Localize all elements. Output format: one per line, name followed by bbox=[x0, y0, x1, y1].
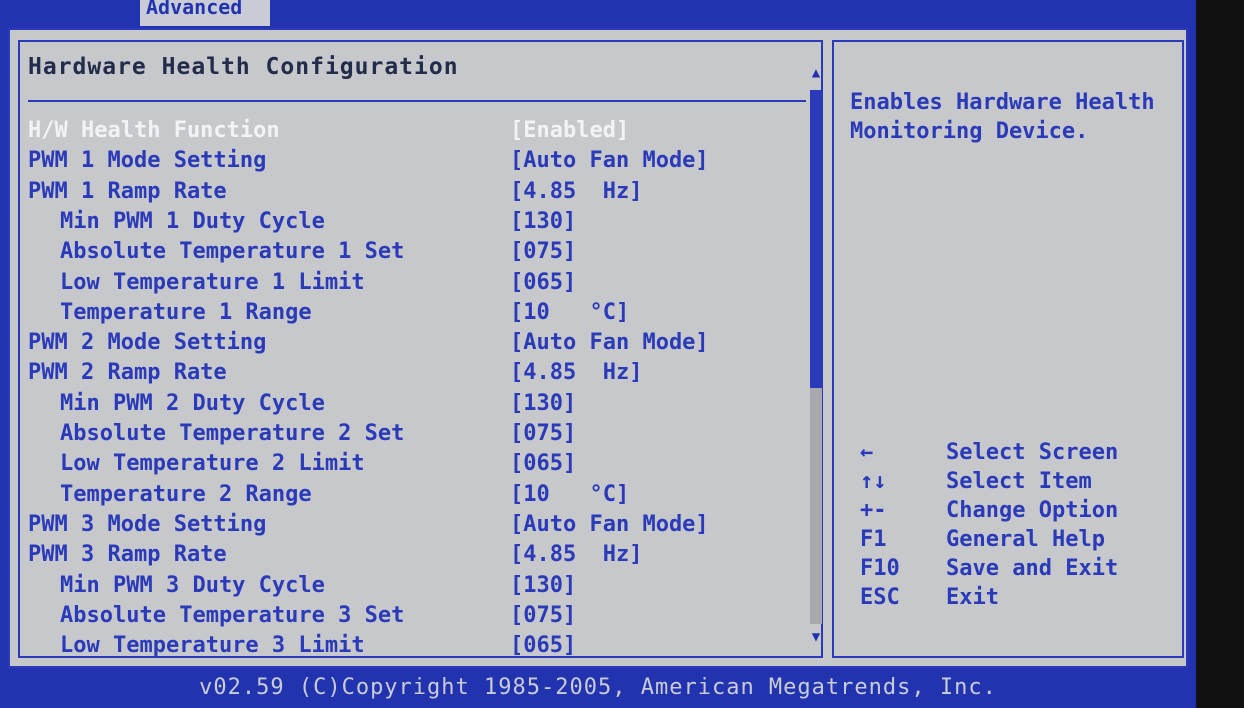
key-legend-item: ← Select Screen bbox=[850, 438, 1180, 467]
setting-label: Min PWM 1 Duty Cycle bbox=[60, 208, 325, 234]
setting-row[interactable]: H/W Health Function [Enabled] bbox=[10, 116, 800, 146]
setting-row[interactable]: Absolute Temperature 1 Set [075] bbox=[10, 237, 800, 267]
setting-value[interactable]: [065] bbox=[510, 449, 576, 479]
setting-value[interactable]: [130] bbox=[510, 207, 576, 237]
setting-value[interactable]: [075] bbox=[510, 601, 576, 631]
setting-value[interactable]: [Enabled] bbox=[510, 116, 629, 146]
key-legend-item: ↑↓ Select Item bbox=[850, 467, 1180, 496]
key-name: ← bbox=[860, 440, 874, 465]
setting-label: Low Temperature 2 Limit bbox=[60, 451, 365, 477]
setting-label: Absolute Temperature 2 Set bbox=[60, 421, 405, 446]
key-description: Save and Exit bbox=[946, 556, 1119, 581]
setting-value[interactable]: [065] bbox=[510, 268, 576, 298]
setting-label: PWM 1 Ramp Rate bbox=[28, 178, 227, 204]
help-text: Enables Hardware Health Monitoring Devic… bbox=[850, 90, 1155, 144]
key-legend-item: +- Change Option bbox=[850, 496, 1180, 525]
page-title: Hardware Health Configuration bbox=[28, 54, 459, 80]
setting-label: PWM 3 Ramp Rate bbox=[28, 542, 227, 568]
key-legend-item: ESC Exit bbox=[850, 583, 1180, 612]
setting-value[interactable]: [130] bbox=[510, 389, 576, 419]
setting-label: Low Temperature 1 Limit bbox=[60, 269, 365, 295]
setting-value[interactable]: [4.85 Hz] bbox=[510, 358, 642, 388]
scroll-down-arrow-icon[interactable]: ▼ bbox=[807, 626, 825, 648]
bios-screen: Advanced Hardware Health Configuration H… bbox=[0, 0, 1196, 708]
setting-label: Absolute Temperature 1 Set bbox=[60, 239, 405, 265]
setting-row[interactable]: Low Temperature 1 Limit [065] bbox=[10, 268, 800, 298]
setting-row[interactable]: PWM 3 Ramp Rate [4.85 Hz] bbox=[10, 540, 800, 570]
setting-row[interactable]: Min PWM 1 Duty Cycle [130] bbox=[10, 207, 800, 237]
setting-value[interactable]: [10 °C] bbox=[510, 298, 629, 328]
setting-value[interactable]: [075] bbox=[510, 419, 576, 449]
setting-label: Absolute Temperature 3 Set bbox=[60, 602, 405, 628]
setting-row[interactable]: Temperature 1 Range [10 °C] bbox=[10, 298, 800, 328]
key-name: ESC bbox=[860, 585, 900, 610]
key-legend: ← Select Screen ↑↓ Select Item +- Change Opti… bbox=[850, 438, 1180, 612]
setting-value[interactable]: [Auto Fan Mode] bbox=[510, 146, 709, 176]
setting-value[interactable]: [Auto Fan Mode] bbox=[510, 510, 709, 540]
key-legend-item: F1 General Help bbox=[850, 525, 1180, 554]
key-description: Exit bbox=[946, 585, 999, 610]
key-legend-item: F10 Save and Exit bbox=[850, 554, 1180, 583]
setting-row[interactable]: PWM 3 Mode Setting [Auto Fan Mode] bbox=[10, 510, 800, 540]
setting-row[interactable]: Low Temperature 2 Limit [065] bbox=[10, 449, 800, 479]
main-panel: Hardware Health Configuration H/W Health… bbox=[8, 28, 1188, 668]
scrollbar[interactable]: ▲ ▼ bbox=[807, 62, 825, 650]
setting-row[interactable]: PWM 2 Mode Setting [Auto Fan Mode] bbox=[10, 328, 800, 358]
copyright-footer: v02.59 (C)Copyright 1985-2005, American … bbox=[199, 675, 997, 700]
key-description: Select Item bbox=[946, 469, 1092, 494]
setting-label: PWM 1 Mode Setting bbox=[28, 148, 267, 174]
setting-row[interactable]: Min PWM 3 Duty Cycle [130] bbox=[10, 571, 800, 601]
setting-label: Temperature 2 Range bbox=[60, 481, 312, 507]
setting-row[interactable]: Min PWM 2 Duty Cycle [130] bbox=[10, 389, 800, 419]
key-description: General Help bbox=[946, 527, 1105, 552]
key-name: +- bbox=[860, 498, 887, 523]
scroll-up-arrow-icon[interactable]: ▲ bbox=[807, 62, 825, 84]
tab-advanced[interactable]: Advanced bbox=[140, 0, 270, 26]
setting-label: H/W Health Function bbox=[28, 118, 280, 143]
setting-label: Low Temperature 3 Limit bbox=[60, 633, 365, 659]
setting-label: PWM 2 Mode Setting bbox=[28, 330, 267, 356]
setting-label: Temperature 1 Range bbox=[60, 299, 312, 325]
key-name: F1 bbox=[860, 527, 887, 552]
title-divider bbox=[28, 100, 806, 102]
scroll-thumb[interactable] bbox=[810, 90, 822, 388]
setting-row[interactable]: PWM 1 Ramp Rate [4.85 Hz] bbox=[10, 177, 800, 207]
setting-label: Min PWM 2 Duty Cycle bbox=[60, 390, 325, 416]
setting-label: PWM 3 Mode Setting bbox=[28, 511, 267, 537]
setting-row[interactable]: Low Temperature 3 Limit [065] bbox=[10, 631, 800, 661]
setting-value[interactable]: [Auto Fan Mode] bbox=[510, 328, 709, 358]
key-description: Select Screen bbox=[946, 440, 1119, 465]
setting-row[interactable]: PWM 1 Mode Setting [Auto Fan Mode] bbox=[10, 146, 800, 176]
key-name: F10 bbox=[860, 556, 900, 581]
monitor-bezel bbox=[1196, 0, 1244, 708]
setting-value[interactable]: [10 °C] bbox=[510, 480, 629, 510]
setting-value[interactable]: [130] bbox=[510, 571, 576, 601]
setting-value[interactable]: [4.85 Hz] bbox=[510, 177, 642, 207]
setting-label: PWM 2 Ramp Rate bbox=[28, 360, 227, 386]
setting-row[interactable]: Absolute Temperature 3 Set [075] bbox=[10, 601, 800, 631]
setting-value[interactable]: [065] bbox=[510, 631, 576, 661]
setting-value[interactable]: [075] bbox=[510, 237, 576, 267]
setting-label: Min PWM 3 Duty Cycle bbox=[60, 572, 325, 598]
key-name: ↑↓ bbox=[860, 469, 887, 494]
setting-value[interactable]: [4.85 Hz] bbox=[510, 540, 642, 570]
setting-row[interactable]: Absolute Temperature 2 Set [075] bbox=[10, 419, 800, 449]
setting-row[interactable]: PWM 2 Ramp Rate [4.85 Hz] bbox=[10, 358, 800, 388]
key-description: Change Option bbox=[946, 498, 1119, 523]
setting-row[interactable]: Temperature 2 Range [10 °C] bbox=[10, 480, 800, 510]
